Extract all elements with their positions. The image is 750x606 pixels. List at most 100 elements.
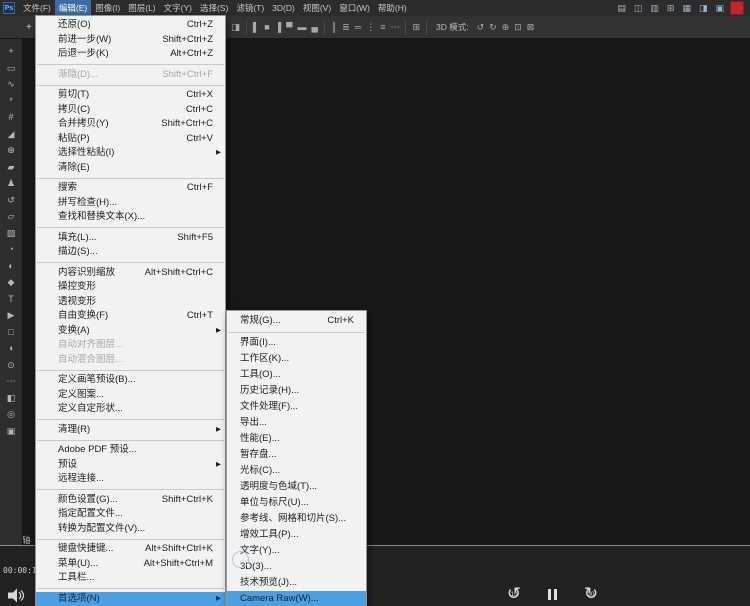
edit-menu-item[interactable]: 内容识别缩放Alt+Shift+Ctrl+C <box>36 266 225 281</box>
auto-align-layers-icon[interactable]: ⊞ <box>412 21 420 33</box>
3d-roll-icon[interactable]: ↻ <box>489 21 497 33</box>
edit-menu-item[interactable]: 键盘快捷键...Alt+Shift+Ctrl+K <box>36 542 225 557</box>
align-vertical-centers-icon[interactable]: ▬ <box>297 21 306 33</box>
distribute-left-icon[interactable]: ⋮ <box>366 21 375 33</box>
panel-full-icon[interactable]: ▣ <box>715 3 724 14</box>
edit-menu-item[interactable]: 填充(L)...Shift+F5 <box>36 231 225 246</box>
edit-menu-item[interactable]: 菜单(U)...Alt+Shift+Ctrl+M <box>36 557 225 572</box>
edit-menu-item[interactable]: 定义自定形状... <box>36 402 225 417</box>
brush-tool-icon[interactable]: ▰ <box>8 162 15 172</box>
edit-menu-item[interactable]: 粘贴(P)Ctrl+V <box>36 132 225 147</box>
preferences-item[interactable]: 暂存盘... <box>227 447 366 463</box>
edit-menu-item[interactable]: 自由变换(F)Ctrl+T <box>36 309 225 324</box>
hand-tool-icon[interactable]: ◖ <box>8 343 13 353</box>
edit-menu-item[interactable]: 选择性粘贴(I)▶ <box>36 146 225 161</box>
eyedropper-tool-icon[interactable]: ◢ <box>8 129 15 139</box>
edit-menu-item[interactable]: 预设▶ <box>36 458 225 473</box>
gradient-tool-icon[interactable]: ▨ <box>7 228 16 238</box>
pause-button[interactable] <box>548 583 557 605</box>
edit-menu-item[interactable]: 转换为配置文件(V)... <box>36 522 225 537</box>
preferences-item[interactable]: 文字(Y)... <box>227 543 366 559</box>
preferences-item[interactable]: 单位与标尺(U)... <box>227 495 366 511</box>
edit-menu-item[interactable]: 透视变形 <box>36 295 225 310</box>
menubar-item-9[interactable]: 视图(V) <box>299 0 335 16</box>
distribute-top-icon[interactable]: ║ <box>331 21 337 33</box>
preferences-item[interactable]: 技术预览(J)... <box>227 575 366 591</box>
preferences-item[interactable]: 导出... <box>227 415 366 431</box>
menubar-item-3[interactable]: 图像(I) <box>91 0 124 16</box>
edit-menu-item[interactable]: 操控变形 <box>36 280 225 295</box>
preferences-item[interactable]: 性能(E)... <box>227 431 366 447</box>
preferences-item[interactable]: 工具(O)... <box>227 367 366 383</box>
shape-tool-icon[interactable]: □ <box>8 327 13 337</box>
crop-tool-icon[interactable]: # <box>8 112 13 122</box>
forward-30-button[interactable]: ↻ 30 <box>579 583 603 605</box>
menubar-item-11[interactable]: 帮助(H) <box>374 0 411 16</box>
edit-menu-item[interactable]: 首选项(N)▶ <box>36 592 225 606</box>
edit-menu-item[interactable]: 拷贝(C)Ctrl+C <box>36 103 225 118</box>
3d-rotate-icon[interactable]: ↺ <box>477 21 485 33</box>
edit-menu-item[interactable]: 前进一步(W)Shift+Ctrl+Z <box>36 33 225 48</box>
align-left-edges-icon[interactable]: ▌ <box>253 21 259 33</box>
preferences-item[interactable]: Camera Raw(W)... <box>227 591 366 606</box>
align-right-edges-icon[interactable]: ▐ <box>275 21 281 33</box>
rewind-10-button[interactable]: ↺ 10 <box>502 583 526 605</box>
align-top-edges-icon[interactable]: ▀ <box>286 21 292 33</box>
edit-menu-item[interactable]: 远程连接... <box>36 472 225 487</box>
panel-grid-icon[interactable]: ▤ <box>617 3 626 14</box>
distribute-bottom-icon[interactable]: ═ <box>355 21 361 33</box>
menubar-item-6[interactable]: 选择(S) <box>196 0 232 16</box>
move-tool-options-icon[interactable]: + <box>26 22 32 33</box>
preferences-item[interactable]: 常规(G)...Ctrl+K <box>227 313 366 329</box>
preferences-item[interactable]: 工作区(K)... <box>227 351 366 367</box>
menubar-item-2[interactable]: 编辑(E) <box>55 0 91 16</box>
align-horizontal-centers-icon[interactable]: ■ <box>264 21 269 33</box>
3d-scale-icon[interactable]: ⊠ <box>527 21 535 33</box>
edit-menu-item[interactable]: 自动对齐图层... <box>36 338 225 353</box>
edit-menu-item[interactable]: 定义图案... <box>36 388 225 403</box>
clone-stamp-tool-icon[interactable]: ♟ <box>7 178 15 188</box>
blur-tool-icon[interactable]: ◔ <box>8 244 13 254</box>
3d-drag-icon[interactable]: ⊕ <box>502 21 510 33</box>
preferences-item[interactable]: 历史记录(H)... <box>227 383 366 399</box>
menubar-item-8[interactable]: 3D(D) <box>268 0 299 16</box>
edit-menu-item[interactable]: 工具栏... <box>36 571 225 586</box>
edit-menu-item[interactable]: 定义画笔预设(B)... <box>36 373 225 388</box>
distribute-vertical-icon[interactable]: ≣ <box>342 21 350 33</box>
preferences-item[interactable]: 透明度与色域(T)... <box>227 479 366 495</box>
preferences-item[interactable]: 增效工具(P)... <box>227 527 366 543</box>
preferences-item[interactable]: 界面(I)... <box>227 335 366 351</box>
menubar-item-7[interactable]: 滤镜(T) <box>232 0 268 16</box>
dodge-tool-icon[interactable]: ◐ <box>8 261 13 271</box>
zoom-tool-icon[interactable]: ⊙ <box>7 360 15 370</box>
panel-columns-icon[interactable]: ◫ <box>634 3 643 14</box>
3d-slide-icon[interactable]: ⊡ <box>514 21 522 33</box>
edit-menu-item[interactable]: 清除(E) <box>36 161 225 176</box>
edit-menu-item[interactable]: 颜色设置(G)...Shift+Ctrl+K <box>36 493 225 508</box>
panel-split-icon[interactable]: ◨ <box>699 3 708 14</box>
healing-brush-tool-icon[interactable]: ⊕ <box>7 145 15 155</box>
edit-toolbar-icon[interactable]: ⋯ <box>7 376 16 386</box>
edit-menu-item[interactable]: 清理(R)▶ <box>36 423 225 438</box>
edit-menu-item[interactable]: 剪切(T)Ctrl+X <box>36 88 225 103</box>
edit-menu-item[interactable]: Adobe PDF 预设... <box>36 443 225 458</box>
edit-menu-item[interactable]: 渐隐(D)...Shift+Ctrl+F <box>36 68 225 83</box>
edit-menu-item[interactable]: 后退一步(K)Alt+Ctrl+Z <box>36 47 225 62</box>
eraser-tool-icon[interactable]: ▱ <box>8 211 15 221</box>
lasso-tool-icon[interactable]: ∿ <box>7 79 15 89</box>
menubar-item-1[interactable]: 文件(F) <box>19 0 55 16</box>
red-color-swatch[interactable] <box>730 1 744 15</box>
edit-menu-item[interactable]: 查找和替换文本(X)... <box>36 210 225 225</box>
type-tool-icon[interactable]: T <box>8 294 14 304</box>
edit-menu-item[interactable]: 拼写检查(H)... <box>36 196 225 211</box>
pen-tool-icon[interactable]: ◆ <box>8 277 15 287</box>
history-brush-tool-icon[interactable]: ↺ <box>7 195 15 205</box>
edit-menu-item[interactable]: 合并拷贝(Y)Shift+Ctrl+C <box>36 117 225 132</box>
edit-menu-item[interactable]: 指定配置文件... <box>36 507 225 522</box>
edit-menu-item[interactable]: 自动混合图层... <box>36 353 225 368</box>
preferences-item[interactable]: 参考线、网格和切片(S)... <box>227 511 366 527</box>
foreground-background-swatch-icon[interactable]: ◧ <box>7 393 16 403</box>
edit-menu-item[interactable]: 还原(O)Ctrl+Z <box>36 18 225 33</box>
panel-rows-icon[interactable]: ▥ <box>650 3 659 14</box>
move-tool-icon[interactable]: + <box>8 46 13 56</box>
